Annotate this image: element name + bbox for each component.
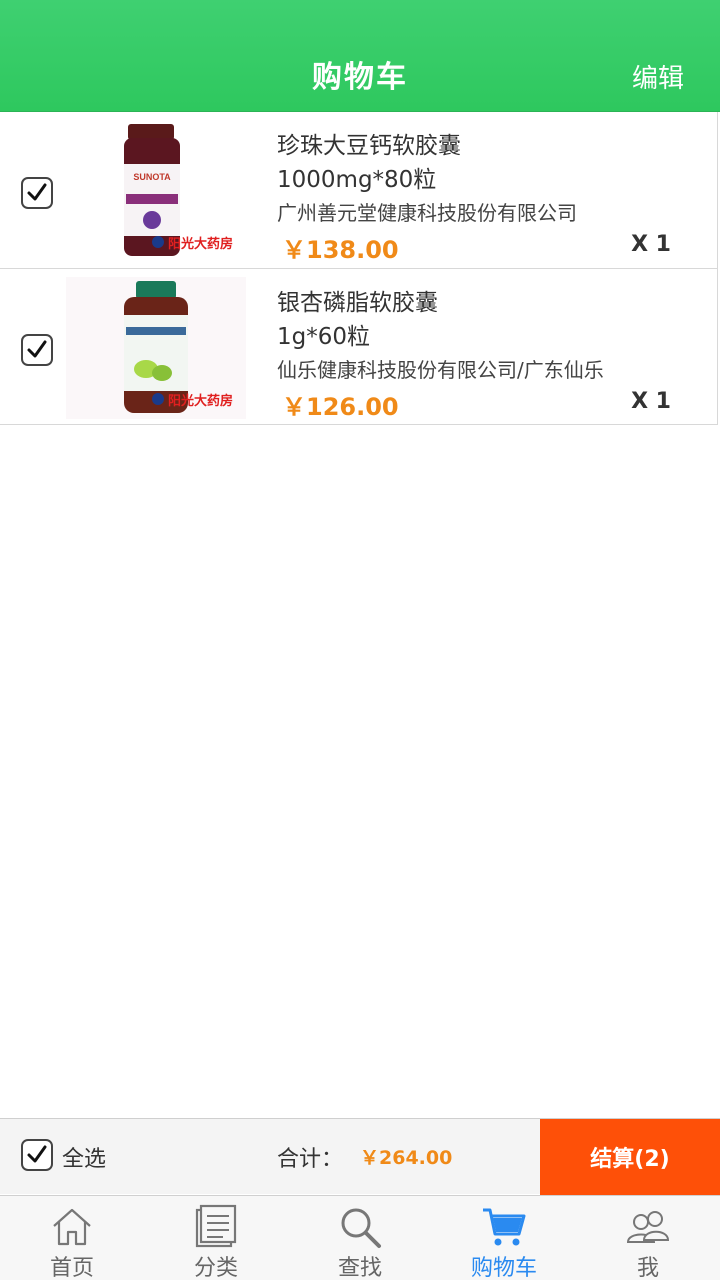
tab-label: 查找 bbox=[337, 1256, 382, 1280]
select-all-label[interactable]: 全选 bbox=[62, 1141, 106, 1173]
product-quantity: X 1 bbox=[631, 389, 671, 414]
item-checkbox[interactable] bbox=[21, 334, 53, 366]
edit-button[interactable]: 编辑 bbox=[632, 58, 684, 95]
tab-cart[interactable]: 购物车 bbox=[432, 1196, 576, 1280]
select-all-checkbox[interactable] bbox=[21, 1139, 53, 1171]
list-icon bbox=[195, 1204, 237, 1248]
cart-item[interactable]: SUNOTA 阳光大药房 珍珠大豆钙软胶囊 1000mg*80粒 广州善元堂健康… bbox=[0, 112, 717, 269]
product-price: ￥126.00 bbox=[282, 393, 399, 421]
tab-home[interactable]: 首页 bbox=[0, 1196, 144, 1280]
checkmark-icon bbox=[27, 340, 47, 358]
product-quantity: X 1 bbox=[631, 232, 671, 257]
checkmark-icon bbox=[27, 183, 47, 201]
checkout-button[interactable]: 结算(2) bbox=[540, 1119, 720, 1195]
product-name[interactable]: 银杏磷脂软胶囊 bbox=[277, 283, 438, 317]
product-image[interactable]: 阳光大药房 bbox=[66, 277, 246, 419]
cart-item[interactable]: 阳光大药房 银杏磷脂软胶囊 1g*60粒 仙乐健康科技股份有限公司/广东仙乐 ￥… bbox=[0, 269, 717, 425]
total-label: 合计： bbox=[277, 1147, 344, 1172]
watermark-text: 阳光大药房 bbox=[168, 236, 233, 252]
tab-search[interactable]: 查找 bbox=[288, 1196, 432, 1280]
tab-category[interactable]: 分类 bbox=[144, 1196, 288, 1280]
user-icon bbox=[626, 1211, 670, 1243]
tab-bar: 首页 分类 查找 购物车 我 bbox=[0, 1195, 720, 1280]
product-maker: 仙乐健康科技股份有限公司/广东仙乐 bbox=[277, 358, 604, 382]
total-value: ￥264.00 bbox=[360, 1147, 453, 1169]
checkmark-icon bbox=[27, 1145, 47, 1163]
app-root: 购物车 编辑 SUNOTA 阳光大药房 珍珠大豆钙软胶囊 1000mg*80粒 … bbox=[0, 0, 720, 1280]
checkout-bar: 全选 合计： ￥264.00 结算(2) bbox=[0, 1118, 720, 1195]
product-spec: 1000mg*80粒 bbox=[277, 167, 437, 193]
tab-label: 购物车 bbox=[470, 1256, 537, 1280]
cart-list: SUNOTA 阳光大药房 珍珠大豆钙软胶囊 1000mg*80粒 广州善元堂健康… bbox=[0, 112, 718, 425]
search-icon bbox=[341, 1208, 381, 1248]
tab-label: 我 bbox=[636, 1256, 659, 1280]
product-maker: 广州善元堂健康科技股份有限公司 bbox=[277, 201, 577, 225]
tab-label: 分类 bbox=[193, 1256, 238, 1280]
watermark-text: 阳光大药房 bbox=[168, 393, 233, 409]
product-name[interactable]: 珍珠大豆钙软胶囊 bbox=[277, 126, 461, 160]
item-checkbox[interactable] bbox=[21, 177, 53, 209]
header-bar: 购物车 编辑 bbox=[0, 0, 720, 112]
product-spec: 1g*60粒 bbox=[277, 324, 370, 350]
tab-me[interactable]: 我 bbox=[576, 1196, 720, 1280]
home-icon bbox=[53, 1208, 91, 1246]
cart-icon bbox=[483, 1208, 526, 1246]
product-price: ￥138.00 bbox=[282, 236, 399, 264]
product-image[interactable]: SUNOTA 阳光大药房 bbox=[66, 120, 246, 262]
tab-label: 首页 bbox=[49, 1256, 94, 1280]
product-brand-text: SUNOTA bbox=[133, 172, 171, 182]
page-title: 购物车 bbox=[312, 60, 408, 95]
